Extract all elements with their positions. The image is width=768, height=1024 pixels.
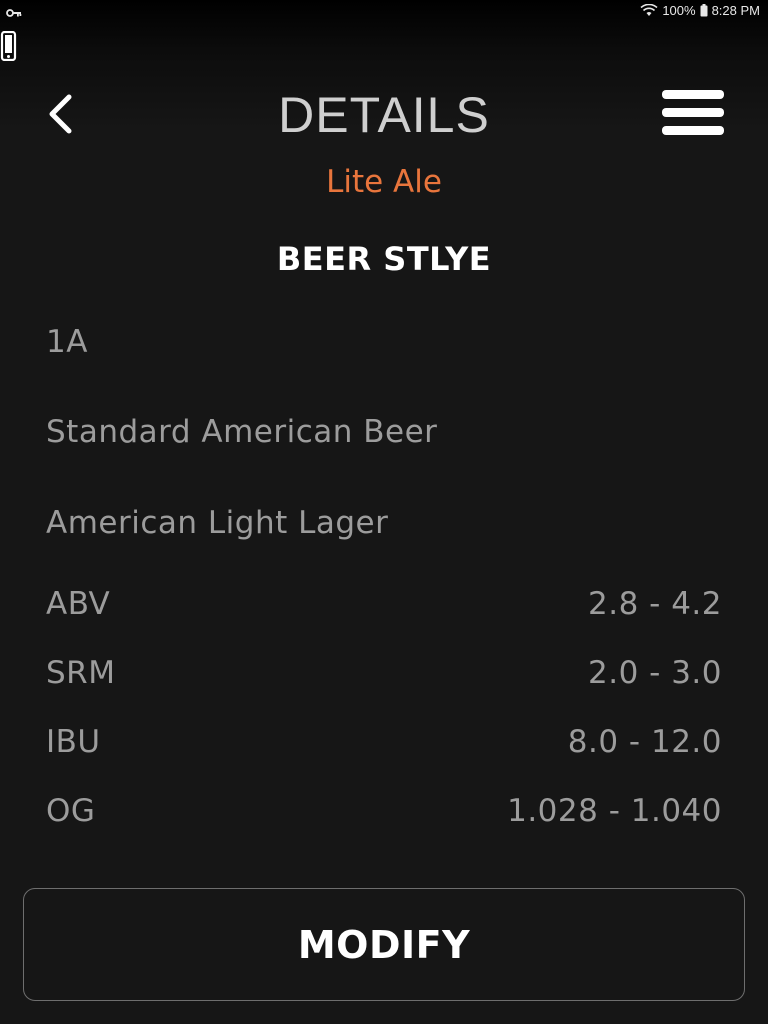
wifi-icon	[640, 4, 658, 17]
battery-icon	[700, 4, 708, 17]
stat-value: 2.0 - 3.0	[588, 655, 722, 691]
stat-label: OG	[46, 793, 96, 829]
phone-icon	[0, 30, 18, 66]
stat-row-og: OG 1.028 - 1.040	[46, 789, 722, 833]
status-indicators: 100% 8:28 PM	[640, 3, 760, 18]
page-title: DETAILS	[278, 87, 490, 143]
stat-row-srm: SRM 2.0 - 3.0	[46, 651, 722, 695]
battery-percent: 100%	[662, 3, 696, 18]
stat-row-abv: ABV 2.8 - 4.2	[46, 582, 722, 626]
status-time: 8:28 PM	[711, 3, 760, 18]
section-title-beer-style: BEER STLYE	[276, 240, 492, 278]
stat-value: 2.8 - 4.2	[588, 586, 722, 622]
stat-row-ibu: IBU 8.0 - 12.0	[46, 720, 722, 764]
stat-value: 1.028 - 1.040	[507, 793, 722, 829]
stat-label: IBU	[46, 724, 101, 760]
stat-label: ABV	[46, 586, 111, 622]
stat-label: SRM	[46, 655, 116, 691]
stat-value: 8.0 - 12.0	[567, 724, 722, 760]
beer-name: Lite Ale	[326, 164, 442, 200]
style-category: Standard American Beer	[46, 414, 438, 450]
status-bar: 100% 8:28 PM	[0, 0, 768, 24]
style-code: 1A	[46, 324, 88, 360]
modify-button[interactable]: MODIFY	[23, 888, 745, 1001]
style-subcategory: American Light Lager	[46, 505, 389, 541]
key-icon	[6, 5, 22, 23]
hamburger-menu-icon[interactable]	[662, 88, 724, 140]
